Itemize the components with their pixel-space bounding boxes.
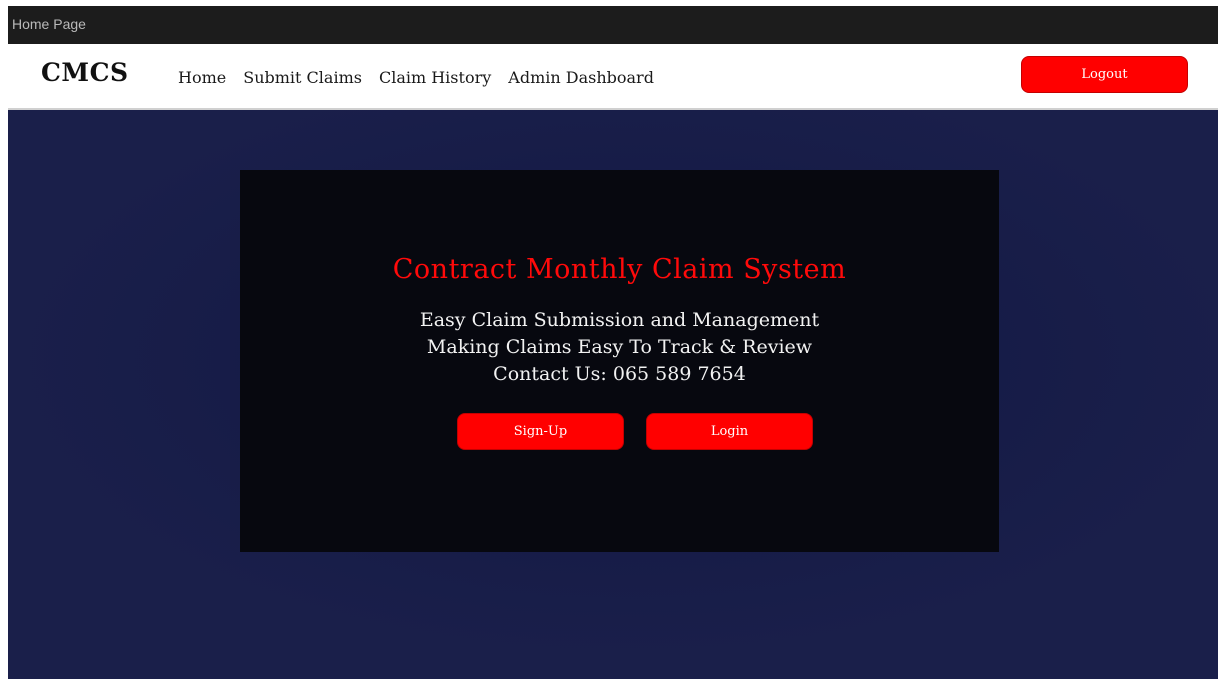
hero-contact: Contact Us: 065 589 7654 [493,363,746,385]
nav-link-admin-dashboard[interactable]: Admin Dashboard [508,68,654,87]
nav-link-home[interactable]: Home [178,68,226,87]
login-button[interactable]: Login [646,413,813,450]
nav-link-claim-history[interactable]: Claim History [379,68,491,87]
nav-links: Home Submit Claims Claim History Admin D… [178,68,671,87]
app-window: Home Page CMCS Home Submit Claims Claim … [8,6,1218,679]
hero-panel: Contract Monthly Claim System Easy Claim… [240,170,999,552]
window-title-bar: Home Page [8,6,1218,44]
signup-button[interactable]: Sign-Up [457,413,624,450]
brand-logo[interactable]: CMCS [41,58,129,87]
hero-tagline: Easy Claim Submission and Management [419,309,820,331]
window-title: Home Page [12,16,86,32]
logout-button[interactable]: Logout [1021,56,1188,93]
hero-title: Contract Monthly Claim System [392,254,847,285]
hero-subtagline: Making Claims Easy To Track & Review [426,336,813,358]
top-navbar: CMCS Home Submit Claims Claim History Ad… [8,44,1218,110]
nav-link-submit-claims[interactable]: Submit Claims [243,68,362,87]
